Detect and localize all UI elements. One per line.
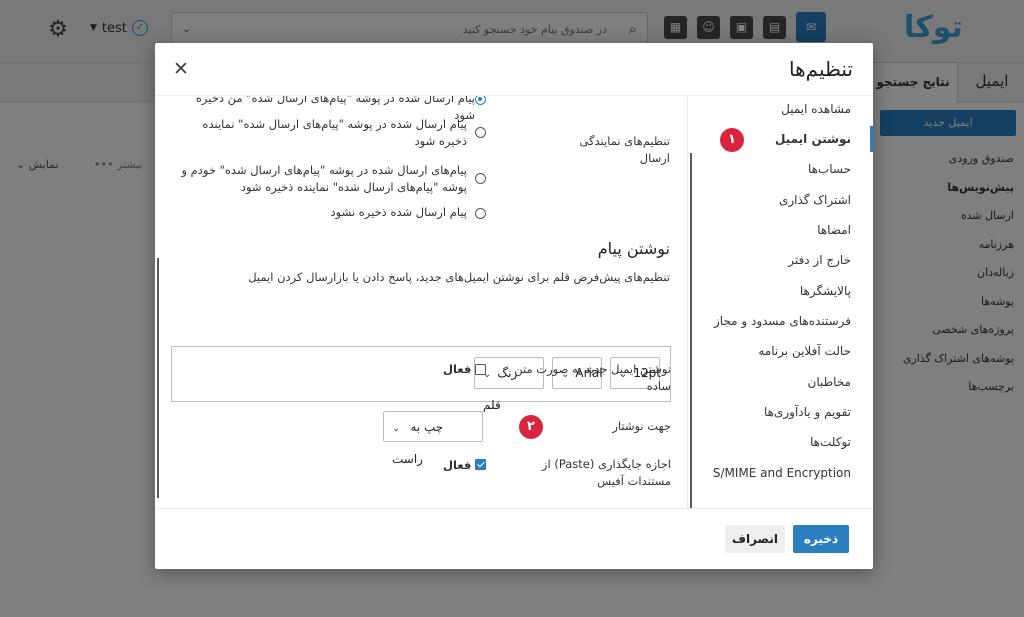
nav-offline[interactable]: حالت آفلاین برنامه bbox=[758, 344, 851, 358]
close-icon[interactable]: ✕ bbox=[173, 58, 189, 80]
radio-save-mine[interactable] bbox=[475, 96, 486, 105]
nav-sharing[interactable]: اشتراک گذاری bbox=[779, 193, 851, 207]
cancel-button[interactable]: انصراف bbox=[725, 525, 785, 553]
annotation-badge-2: ۲ bbox=[519, 415, 543, 439]
direction-select[interactable]: ⌄ چپ به راست bbox=[383, 411, 483, 466]
compose-section-title: نوشتن پیام bbox=[597, 239, 670, 258]
radio-label-2: پیام ارسال شده در پوشه "پیام‌های ارسال ش… bbox=[202, 117, 467, 148]
radio-label-3: پیام‌های ارسال شده در پوشه "پیام‌های ارس… bbox=[181, 163, 467, 194]
annotation-badge-1: ۱ bbox=[720, 128, 744, 152]
plain-text-label: نوشتن ایمیل جدید به صورت متن ساده bbox=[514, 362, 671, 393]
nav-filters[interactable]: پالایشگرها bbox=[800, 284, 851, 298]
radio-no-save[interactable] bbox=[475, 208, 486, 219]
nav-contacts[interactable]: مخاطبان bbox=[808, 375, 851, 389]
nav-compose-email[interactable]: نوشتن ایمیل bbox=[775, 132, 851, 146]
divider bbox=[155, 508, 873, 509]
nav-tokalets[interactable]: توکلت‌ها bbox=[810, 435, 851, 449]
plain-text-status: فعال bbox=[443, 362, 472, 376]
nav-out-of-office[interactable]: خارج از دفتر bbox=[788, 253, 851, 267]
paste-checkbox[interactable] bbox=[475, 459, 486, 470]
radio-save-delegate[interactable] bbox=[475, 127, 486, 138]
nav-smime[interactable]: S/MIME and Encryption bbox=[713, 466, 851, 480]
save-button[interactable]: ذخیره bbox=[793, 525, 849, 553]
nav-scrollbar[interactable] bbox=[690, 153, 692, 508]
nav-accounts[interactable]: حساب‌ها bbox=[808, 162, 851, 176]
delegate-settings-label: تنظیم‌های نمایندگی ارسال bbox=[579, 134, 670, 165]
settings-content: تنظیم‌های نمایندگی ارسال پیام ارسال شده … bbox=[155, 96, 687, 508]
nav-signatures[interactable]: امضاها bbox=[817, 223, 851, 237]
dialog-title: تنظیم‌ها bbox=[789, 57, 853, 81]
radio-label-4: پیام ارسال شده ذخیره نشود bbox=[330, 205, 467, 219]
nav-view-email[interactable]: مشاهده ایمیل bbox=[781, 102, 851, 116]
content-scrollbar[interactable] bbox=[157, 258, 159, 498]
settings-nav: مشاهده ایمیل نوشتن ایمیل حساب‌ها اشتراک … bbox=[687, 95, 873, 508]
direction-label: جهت نوشتار bbox=[612, 419, 671, 433]
settings-dialog: تنظیم‌ها ✕ مشاهده ایمیل نوشتن ایمیل حساب… bbox=[155, 43, 873, 569]
chevron-down-icon: ⌄ bbox=[392, 423, 401, 434]
paste-status: فعال bbox=[443, 458, 472, 472]
radio-save-both[interactable] bbox=[475, 173, 486, 184]
compose-description: تنظیم‌های پیش‌فرض قلم برای نوشتن ایمیل‌ه… bbox=[248, 270, 670, 284]
plain-text-checkbox[interactable] bbox=[475, 364, 486, 375]
nav-blocked-allowed[interactable]: فرستنده‌های مسدود و مجاز bbox=[714, 314, 851, 328]
paste-label: اجازه جایگذاری (Paste) از مستندات آفیس bbox=[541, 457, 671, 488]
active-indicator bbox=[870, 126, 873, 152]
nav-calendar[interactable]: تقویم و یادآوری‌ها bbox=[764, 405, 851, 419]
